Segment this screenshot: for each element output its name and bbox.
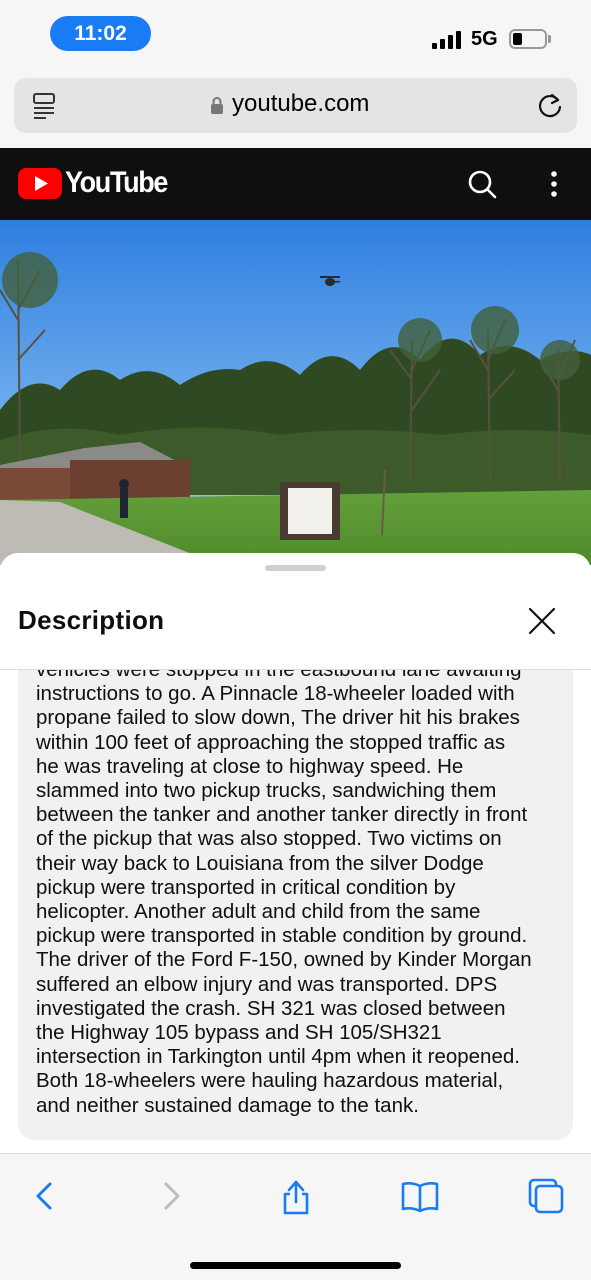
description-line: helicopter. Another adult and child from… [36,900,481,923]
description-line: the Highway 105 bypass and SH 105/SH321 [36,1021,442,1044]
video-player[interactable] [0,220,591,565]
tabs-icon[interactable] [526,1176,566,1216]
description-card: vehicles were stopped in the eastbound l… [18,670,573,1140]
youtube-wordmark[interactable]: YouTube [65,166,168,200]
sheet-drag-handle[interactable] [265,565,326,571]
status-time[interactable]: 11:02 [50,16,151,51]
description-line: he was traveling at close to highway spe… [36,754,464,778]
description-line: Both 18-wheelers were hauling hazardous … [36,1069,504,1093]
description-line: of the pickup that was also stopped. Two… [36,827,502,851]
description-line: intersection in Tarkington until 4pm whe… [36,1045,520,1069]
address-bar[interactable]: youtube.com [14,78,577,133]
home-indicator [190,1262,401,1269]
bookmarks-icon[interactable] [400,1176,440,1216]
description-line: suffered an elbow injury and was transpo… [36,972,498,996]
reload-icon[interactable] [536,91,564,119]
more-vertical-icon[interactable] [544,168,564,200]
forward-icon [164,1182,180,1210]
description-line: within 100 feet of approaching the stopp… [36,730,506,754]
close-icon[interactable] [526,605,558,637]
description-line: and neither sustained damage to the tank… [36,1093,419,1117]
description-line: pickup were transported in critical cond… [36,875,456,899]
search-icon[interactable] [466,168,498,200]
description-line: pickup were transported in stable condit… [36,924,528,948]
sheet-title: Description [18,605,165,635]
description-sheet: Description vehicles were stopped in the… [0,553,591,1153]
youtube-logo-icon[interactable] [18,168,62,199]
browser-address-area: youtube.com [0,70,591,148]
description-line: propane failed to slow down, The driver … [36,706,520,730]
description-line: instructions to go. A Pinnacle 18-wheele… [36,682,515,706]
description-line: The driver of the Ford F-150, owned by K… [36,948,532,972]
lock-icon [211,97,223,114]
back-icon[interactable] [24,1176,64,1216]
url-text[interactable]: youtube.com [232,90,369,118]
network-type: 5G [471,28,498,50]
cellular-signal-icon [432,31,464,49]
browser-toolbar [0,1153,591,1280]
description-line: their way back to Louisiana from the sil… [36,851,484,875]
description-line: slammed into two pickup trucks, sandwich… [36,779,497,802]
description-scroll-area[interactable]: vehicles were stopped in the eastbound l… [18,670,573,1140]
reader-icon[interactable] [32,92,56,120]
youtube-header: YouTube [0,148,591,220]
status-bar: 11:02 5G [0,0,591,70]
share-icon[interactable] [276,1176,316,1216]
description-line: between the tanker and another tanker di… [36,803,528,827]
description-line: vehicles were stopped in the eastbound l… [36,670,522,682]
battery-icon [509,29,547,49]
battery-tip [548,35,551,43]
description-line: investigated the crash. SH 321 was close… [36,996,506,1020]
